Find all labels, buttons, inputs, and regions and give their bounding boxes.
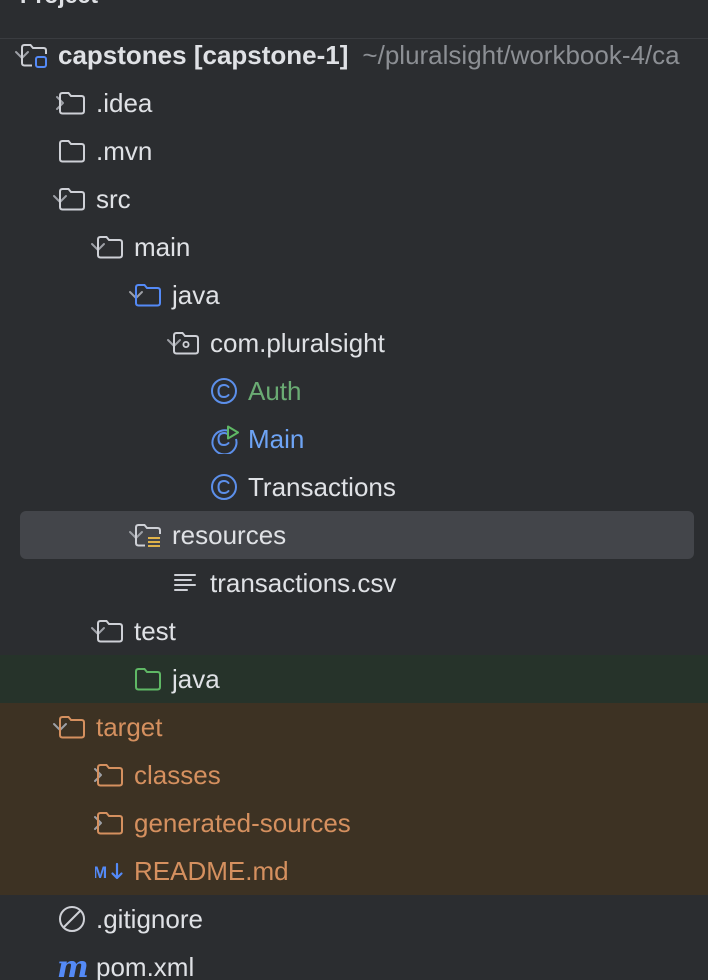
ignore-file-icon xyxy=(59,906,85,932)
node-name: capstones xyxy=(58,40,187,70)
module-path: ~/pluralsight/workbook-4/ca xyxy=(362,40,680,70)
node-name: com.pluralsight xyxy=(210,328,385,358)
class-icon xyxy=(211,474,237,500)
tree-node-gitignore[interactable]: .gitignore xyxy=(0,895,708,943)
text-file-icon xyxy=(174,574,196,591)
tree-node-package[interactable]: com.pluralsight xyxy=(0,319,708,367)
svg-text:m: m xyxy=(57,952,87,980)
tree-node-resources[interactable]: resources xyxy=(0,511,708,559)
module-name: [capstone-1] xyxy=(186,40,349,70)
node-name: java xyxy=(172,664,220,694)
tree-node-main[interactable]: main xyxy=(0,223,708,271)
module-folder-icon xyxy=(21,44,47,68)
node-name: pom.xml xyxy=(96,952,195,980)
package-icon xyxy=(173,332,199,355)
tree-node-label: .mvn xyxy=(96,137,152,165)
tree-node-label: Main xyxy=(248,425,304,453)
tree-node-label: java xyxy=(172,281,220,309)
tree-node-label: main xyxy=(134,233,190,261)
tree-node-capstones[interactable]: capstones [capstone-1] ~/pluralsight/work… xyxy=(0,31,708,79)
tree-node-java-main[interactable]: java xyxy=(0,271,708,319)
node-name: generated-sources xyxy=(134,808,351,838)
excluded-folder-icon xyxy=(97,812,123,835)
node-name: java xyxy=(172,280,220,310)
folder-icon xyxy=(59,188,85,211)
tree-node-label: resources xyxy=(172,521,286,549)
folder-icon xyxy=(97,620,123,643)
tree-node-label: java xyxy=(172,665,220,693)
tree-node-label: .idea xyxy=(96,89,152,117)
tree-node-label: generated-sources xyxy=(134,809,351,837)
tree-node-label: capstones [capstone-1] ~/pluralsight/work… xyxy=(58,41,680,69)
node-name: Transactions xyxy=(248,472,396,502)
tree-node-csv[interactable]: transactions.csv xyxy=(0,559,708,607)
tree-node-label: pom.xml xyxy=(96,953,194,980)
selection-highlight xyxy=(20,511,694,559)
excluded-folder-icon xyxy=(59,716,85,739)
tree-node-test[interactable]: test xyxy=(0,607,708,655)
node-name: .gitignore xyxy=(96,904,203,934)
node-name: Main xyxy=(248,424,305,454)
main-class-icon xyxy=(211,425,239,454)
node-name: test xyxy=(134,616,176,646)
folder-icon xyxy=(97,236,123,259)
folder-icon xyxy=(59,92,85,115)
tree-node-label: test xyxy=(134,617,176,645)
tree-node-label: classes xyxy=(134,761,221,789)
tree-node-label: .gitignore xyxy=(96,905,203,933)
tree-node-label: Transactions xyxy=(248,473,396,501)
tree-node-main-class[interactable]: Main xyxy=(0,415,708,463)
tree-node-classes[interactable]: classes xyxy=(0,751,708,799)
tree-node-label: target xyxy=(96,713,163,741)
node-name: classes xyxy=(134,760,221,790)
tree-node-readme[interactable]: M README.md xyxy=(0,847,708,895)
class-icon xyxy=(211,378,237,404)
node-name: .idea xyxy=(96,88,153,118)
node-name: main xyxy=(134,232,191,262)
node-name: transactions.csv xyxy=(210,568,397,598)
tree-node-target[interactable]: target xyxy=(0,703,708,751)
tree-node-transactions[interactable]: Transactions xyxy=(0,463,708,511)
tree-node-mvn[interactable]: .mvn xyxy=(0,127,708,175)
tree-node-label: transactions.csv xyxy=(210,569,396,597)
node-name: resources xyxy=(172,520,287,550)
source-folder-icon xyxy=(135,284,161,307)
tree-node-label: Auth xyxy=(248,377,302,405)
excluded-folder-icon xyxy=(97,764,123,787)
tree-node-label: com.pluralsight xyxy=(210,329,385,357)
project-tool-window: Project capstones [capstone-1] ~/pluralsi… xyxy=(0,0,708,980)
test-folder-icon xyxy=(135,668,161,691)
markdown-icon: M xyxy=(95,862,123,882)
svg-text:M: M xyxy=(95,863,107,882)
tree-node-generated[interactable]: generated-sources xyxy=(0,799,708,847)
tree-node-label: README.md xyxy=(134,857,289,885)
node-name: src xyxy=(96,184,131,214)
node-name: README.md xyxy=(134,856,289,886)
tree-node-src[interactable]: src xyxy=(0,175,708,223)
chevron-down-icon[interactable] xyxy=(110,0,124,2)
tree-node-label: src xyxy=(96,185,131,213)
maven-icon: m xyxy=(57,952,87,980)
node-name: Auth xyxy=(248,376,302,406)
tree-node-idea[interactable]: .idea xyxy=(0,79,708,127)
node-name: target xyxy=(96,712,163,742)
tree-node-pom[interactable]: m pom.xml xyxy=(0,943,708,980)
project-view-header[interactable]: Project xyxy=(20,0,124,12)
panel-title: Project xyxy=(20,0,98,9)
tree-node-auth[interactable]: Auth xyxy=(0,367,708,415)
tree-node-java-test[interactable]: java xyxy=(0,655,708,703)
folder-icon xyxy=(59,140,85,163)
node-name: .mvn xyxy=(96,136,153,166)
resources-folder-icon xyxy=(135,524,161,547)
